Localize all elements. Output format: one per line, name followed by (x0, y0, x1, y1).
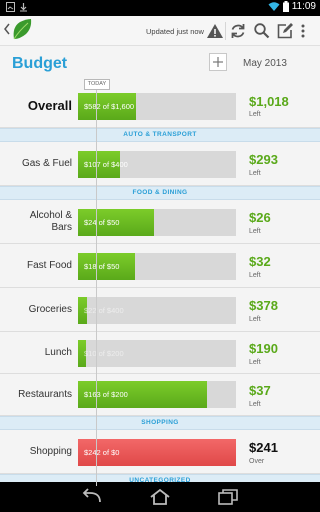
budget-row-restaurants[interactable]: Restaurants $163 of $200 $37 Left (0, 374, 320, 416)
notification-download-icon (20, 3, 27, 12)
notification-image-icon (6, 2, 15, 12)
row-label: Fast Food (26, 260, 72, 271)
amount-value: $293 (249, 152, 278, 167)
overflow-menu-icon[interactable] (298, 21, 308, 41)
amount-value: $26 (249, 210, 271, 225)
action-bar: Updated just now (0, 16, 320, 46)
budget-row-gas-fuel[interactable]: Gas & Fuel $107 of $400 $293 Left (0, 142, 320, 186)
progress-bar: $10 of $200 (78, 340, 236, 367)
page-title: Budget (12, 55, 68, 72)
progress-text: $24 of $50 (84, 218, 120, 227)
amount-status: Left (249, 272, 261, 279)
today-line (96, 86, 97, 486)
row-label: Shopping (29, 446, 72, 457)
plus-icon (213, 57, 223, 67)
search-icon[interactable] (252, 21, 272, 41)
amount-status: Left (249, 359, 261, 366)
amount-value: $241 (249, 440, 278, 455)
amount-status: Left (249, 111, 261, 118)
compose-icon[interactable] (275, 21, 295, 41)
budget-row-shopping[interactable]: Shopping $242 of $0 $241 Over (0, 430, 320, 474)
row-label: Gas & Fuel (21, 158, 72, 169)
progress-bar: $22 of $400 (78, 297, 236, 324)
progress-text: $582 of $1,600 (84, 102, 135, 111)
row-label: Lunch (44, 347, 72, 358)
last-updated-text: Updated just now (146, 27, 204, 36)
amount-value: $37 (249, 383, 271, 398)
action-separator (225, 22, 226, 40)
progress-bar: $24 of $50 (78, 209, 236, 236)
row-label: Overall (27, 98, 72, 113)
amount-status: Over (249, 458, 265, 465)
section-header-food-dining: FOOD & DINING (0, 186, 320, 200)
amount-value: $32 (249, 254, 271, 269)
row-label: Restaurants (18, 389, 72, 400)
refresh-icon[interactable] (228, 21, 248, 41)
progress-text: $107 of $400 (84, 160, 128, 169)
budget-row-lunch[interactable]: Lunch $10 of $200 $190 Left (0, 332, 320, 374)
progress-text: $22 of $400 (84, 306, 124, 315)
status-time: 11:09 (291, 1, 316, 12)
today-marker: TODAY (84, 79, 110, 90)
progress-bar: $107 of $400 (78, 151, 236, 178)
progress-bar: $242 of $0 (78, 439, 236, 466)
budget-row-groceries[interactable]: Groceries $22 of $400 $378 Left (0, 288, 320, 332)
amount-status: Left (249, 228, 261, 235)
add-budget-button[interactable] (209, 53, 227, 71)
row-label: Groceries (28, 304, 72, 315)
nav-home-icon[interactable] (148, 488, 172, 506)
month-selector[interactable]: May 2013 (243, 58, 287, 69)
mint-leaf-logo[interactable] (11, 18, 33, 42)
system-nav-bar (0, 482, 320, 512)
amount-status: Left (249, 401, 261, 408)
section-header-auto-transport: AUTO & TRANSPORT (0, 128, 320, 142)
notification-icons (6, 2, 28, 12)
amount-value: $190 (249, 341, 278, 356)
amount-status: Left (249, 316, 261, 323)
budget-row-fast-food[interactable]: Fast Food $18 of $50 $32 Left (0, 244, 320, 288)
nav-recents-icon[interactable] (216, 488, 240, 506)
section-header-shopping: SHOPPING (0, 416, 320, 430)
amount-value: $378 (249, 298, 278, 313)
progress-text: $163 of $200 (84, 390, 128, 399)
progress-text: $18 of $50 (84, 262, 120, 271)
overall-row[interactable]: Overall $582 of $1,600 $1,018 Left (0, 86, 320, 128)
status-bar: 11:09 (0, 0, 320, 16)
battery-icon (282, 1, 289, 12)
back-chevron-icon[interactable] (4, 23, 10, 35)
alert-icon[interactable] (205, 21, 225, 41)
progress-bar: $18 of $50 (78, 253, 236, 280)
wifi-icon (268, 2, 280, 11)
amount-status: Left (249, 170, 261, 177)
nav-back-icon[interactable] (80, 488, 104, 506)
budget-row-alcohol-bars[interactable]: Alcohol & Bars $24 of $50 $26 Left (0, 200, 320, 244)
progress-bar: $163 of $200 (78, 381, 236, 408)
amount-value: $1,018 (249, 94, 289, 109)
progress-text: $242 of $0 (84, 448, 120, 457)
progress-text: $10 of $200 (84, 349, 124, 358)
row-label: Alcohol & Bars (29, 210, 72, 233)
progress-bar: $582 of $1,600 (78, 93, 236, 120)
